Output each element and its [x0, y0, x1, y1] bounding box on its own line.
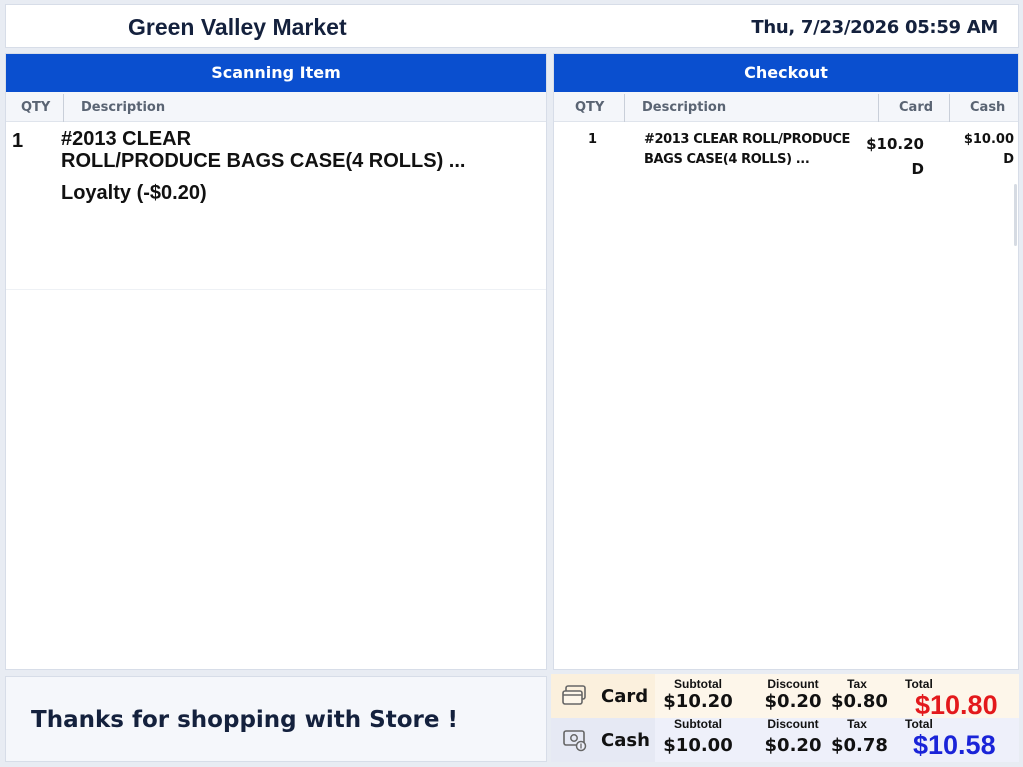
checkout-col-description: Description — [642, 100, 727, 115]
cash-price-flag: D — [1003, 152, 1014, 167]
cash-total-value: $10.58 — [913, 730, 996, 760]
thanks-banner: Thanks for shopping with Store ! — [5, 676, 547, 762]
thanks-message: Thanks for shopping with Store ! — [31, 707, 458, 733]
cash-price-value: $10.00 — [963, 132, 1014, 147]
scan-column-header: QTY Description — [6, 92, 546, 122]
checkout-item-row[interactable]: 1 #2013 CLEAR ROLL/PRODUCE BAGS CASE(4 R… — [554, 122, 1018, 182]
scanning-item-title: Scanning Item — [6, 54, 546, 92]
card-subtotal: Subtotal $10.20 — [663, 678, 733, 713]
card-discount-label: Discount — [767, 677, 819, 691]
scan-item-desc-line2: ROLL/PRODUCE BAGS CASE(4 ROLLS) ... — [61, 150, 466, 172]
scan-item-description: #2013 CLEAR ROLL/PRODUCE BAGS CASE(4 ROL… — [61, 128, 531, 172]
scan-item-desc-line1: #2013 CLEAR — [61, 128, 192, 150]
cash-tax: Tax $0.78 — [831, 717, 888, 757]
card-tax: Tax $0.80 — [831, 677, 888, 713]
header-bar: Green Valley Market Thu, 7/23/2026 05:59… — [5, 4, 1019, 48]
cash-total: Total $10.58 — [905, 718, 996, 760]
card-icon — [562, 685, 586, 705]
checkout-scrollbar[interactable] — [1014, 184, 1017, 246]
checkout-title: Checkout — [554, 54, 1018, 92]
card-tax-value: $0.80 — [831, 691, 888, 712]
column-divider — [63, 94, 64, 122]
cash-subtotal: Subtotal $10.00 — [663, 718, 733, 757]
checkout-item-desc-line1: #2013 CLEAR ROLL/PRODUCE — [644, 132, 851, 147]
scan-col-qty: QTY — [21, 100, 51, 115]
scan-item-row[interactable]: 1 #2013 CLEAR ROLL/PRODUCE BAGS CASE(4 R… — [6, 122, 546, 290]
cash-label: Cash — [601, 730, 650, 751]
scanning-item-panel: Scanning Item QTY Description 1 #2013 CL… — [5, 53, 547, 670]
checkout-item-description: #2013 CLEAR ROLL/PRODUCE BAGS CASE(4 ROL… — [644, 130, 859, 170]
cash-discount: Discount $0.20 — [759, 718, 827, 757]
checkout-item-desc-line2: BAGS CASE(4 ROLLS) ... — [644, 152, 810, 167]
checkout-panel: Checkout QTY Description Card Cash 1 #20… — [553, 53, 1019, 670]
card-total-value: $10.80 — [915, 690, 998, 720]
card-subtotal-value: $10.20 — [663, 691, 733, 712]
cash-icon — [563, 730, 587, 752]
card-totals-row[interactable]: Card Subtotal $10.20 Discount $0.20 Tax … — [551, 674, 1019, 720]
cash-discount-value: $0.20 — [764, 735, 822, 756]
card-discount-value: $0.20 — [764, 691, 822, 712]
cash-subtotal-value: $10.00 — [663, 735, 733, 756]
checkout-item-cash-price: $10.00 D — [964, 130, 1014, 170]
cash-tax-value: $0.78 — [831, 735, 888, 756]
column-divider — [949, 94, 950, 122]
card-label: Card — [601, 686, 649, 707]
card-price-flag: D — [911, 160, 924, 178]
checkout-item-qty: 1 — [588, 132, 598, 147]
card-tax-label: Tax — [847, 677, 867, 691]
cash-subtotal-label: Subtotal — [674, 717, 722, 731]
checkout-column-header: QTY Description Card Cash — [554, 92, 1018, 122]
cash-tax-label: Tax — [847, 717, 867, 731]
column-divider — [878, 94, 879, 122]
cash-pay-tab[interactable]: Cash — [551, 718, 655, 762]
checkout-col-qty: QTY — [575, 100, 605, 115]
store-name: Green Valley Market — [128, 14, 347, 40]
scan-item-qty: 1 — [12, 130, 24, 152]
card-total: Total $10.80 — [905, 678, 998, 720]
scan-col-description: Description — [81, 100, 166, 115]
scan-item-loyalty: Loyalty (-$0.20) — [61, 182, 207, 204]
checkout-col-card: Card — [899, 100, 934, 115]
card-subtotal-label: Subtotal — [674, 677, 722, 691]
column-divider — [624, 94, 625, 122]
cash-discount-label: Discount — [767, 717, 819, 731]
checkout-item-card-price: $10.20 D — [866, 132, 924, 182]
datetime: Thu, 7/23/2026 05:59 AM — [751, 17, 998, 38]
card-price-value: $10.20 — [866, 135, 924, 153]
cash-totals-row[interactable]: Cash Subtotal $10.00 Discount $0.20 Tax … — [551, 718, 1019, 762]
checkout-col-cash: Cash — [970, 100, 1006, 115]
card-discount: Discount $0.20 — [759, 678, 827, 713]
card-pay-tab[interactable]: Card — [551, 674, 655, 718]
